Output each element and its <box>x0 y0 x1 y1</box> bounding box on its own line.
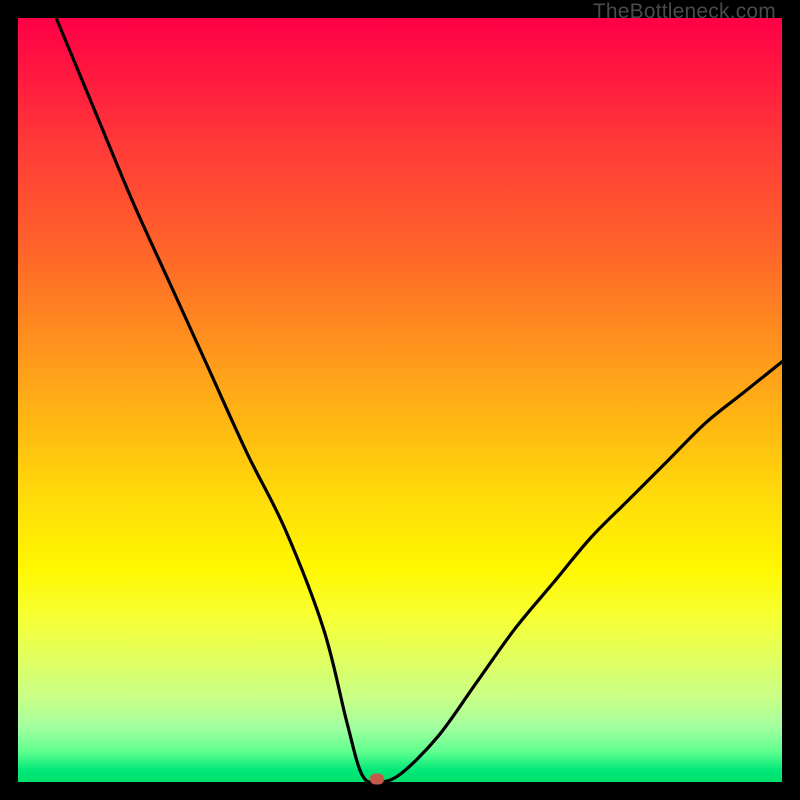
optimal-point-marker <box>370 774 384 785</box>
watermark-text: TheBottleneck.com <box>593 0 776 24</box>
bottleneck-curve <box>18 18 782 782</box>
